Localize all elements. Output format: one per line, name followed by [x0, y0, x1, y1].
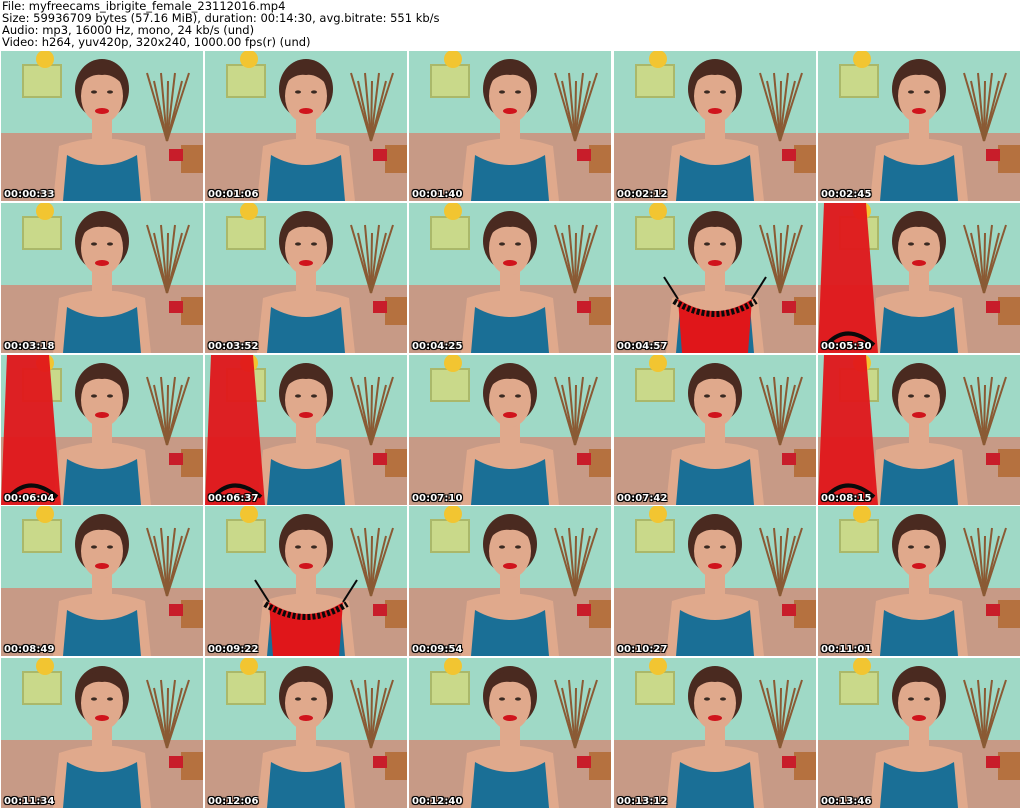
video-frame-thumbnail: 00:12:06: [205, 658, 407, 808]
video-frame-thumbnail: 00:01:40: [409, 51, 611, 201]
timestamp-label: 00:07:10: [412, 493, 463, 504]
frame-image: [409, 51, 611, 201]
frame-image: [614, 51, 816, 201]
video-frame-thumbnail: 00:07:10: [409, 355, 611, 505]
timestamp-label: 00:10:27: [617, 644, 668, 655]
timestamp-label: 00:06:37: [208, 493, 259, 504]
frame-image: [205, 658, 407, 808]
video-frame-thumbnail: 00:08:15: [818, 355, 1020, 505]
timestamp-label: 00:08:15: [821, 493, 872, 504]
timestamp-label: 00:05:30: [821, 341, 872, 352]
frame-image: [409, 355, 611, 505]
video-frame-thumbnail: 00:04:57: [614, 203, 816, 353]
frame-image: [614, 355, 816, 505]
video-frame-thumbnail: 00:07:42: [614, 355, 816, 505]
video-frame-thumbnail: 00:10:27: [614, 506, 816, 656]
timestamp-label: 00:07:42: [617, 493, 668, 504]
frame-image: [409, 203, 611, 353]
file-info-header: File: myfreecams_ibrigite_female_2311201…: [2, 0, 1022, 50]
frame-image: [1, 355, 203, 505]
frame-image: [205, 506, 407, 656]
video-frame-thumbnail: 00:13:46: [818, 658, 1020, 808]
video-frame-thumbnail: 00:11:01: [818, 506, 1020, 656]
video-frame-thumbnail: 00:02:12: [614, 51, 816, 201]
timestamp-label: 00:09:54: [412, 644, 463, 655]
frame-image: [818, 51, 1020, 201]
video-frame-thumbnail: 00:12:40: [409, 658, 611, 808]
video-frame-thumbnail: 00:02:45: [818, 51, 1020, 201]
video-frame-thumbnail: 00:08:49: [1, 506, 203, 656]
frame-image: [614, 506, 816, 656]
video-frame-thumbnail: 00:03:18: [1, 203, 203, 353]
timestamp-label: 00:06:04: [4, 493, 55, 504]
timestamp-label: 00:04:57: [617, 341, 668, 352]
frame-image: [1, 506, 203, 656]
timestamp-label: 00:13:46: [821, 796, 872, 807]
video-frame-thumbnail: 00:09:22: [205, 506, 407, 656]
video-frame-thumbnail: 00:06:37: [205, 355, 407, 505]
video-frame-thumbnail: 00:06:04: [1, 355, 203, 505]
frame-image: [1, 658, 203, 808]
timestamp-label: 00:03:18: [4, 341, 55, 352]
video-frame-thumbnail: 00:04:25: [409, 203, 611, 353]
frame-image: [205, 355, 407, 505]
thumbnail-grid: 00:00:33 00:01:06 00:01:40 00:02:12 00:02:45…: [1, 51, 1023, 810]
timestamp-label: 00:00:33: [4, 189, 55, 200]
frame-image: [818, 203, 1020, 353]
video-info-line: Video: h264, yuv420p, 320x240, 1000.00 f…: [2, 35, 311, 49]
timestamp-label: 00:09:22: [208, 644, 259, 655]
video-frame-thumbnail: 00:05:30: [818, 203, 1020, 353]
video-frame-thumbnail: 00:03:52: [205, 203, 407, 353]
frame-image: [205, 51, 407, 201]
timestamp-label: 00:12:06: [208, 796, 259, 807]
video-frame-thumbnail: 00:09:54: [409, 506, 611, 656]
frame-image: [614, 658, 816, 808]
timestamp-label: 00:02:12: [617, 189, 668, 200]
timestamp-label: 00:03:52: [208, 341, 259, 352]
video-frame-thumbnail: 00:11:34: [1, 658, 203, 808]
frame-image: [818, 658, 1020, 808]
frame-image: [818, 355, 1020, 505]
frame-image: [1, 203, 203, 353]
timestamp-label: 00:01:06: [208, 189, 259, 200]
frame-image: [1, 51, 203, 201]
video-frame-thumbnail: 00:13:12: [614, 658, 816, 808]
timestamp-label: 00:04:25: [412, 341, 463, 352]
timestamp-label: 00:08:49: [4, 644, 55, 655]
timestamp-label: 00:12:40: [412, 796, 463, 807]
timestamp-label: 00:13:12: [617, 796, 668, 807]
frame-image: [409, 506, 611, 656]
timestamp-label: 00:11:34: [4, 796, 55, 807]
frame-image: [614, 203, 816, 353]
frame-image: [409, 658, 611, 808]
frame-image: [818, 506, 1020, 656]
video-frame-thumbnail: 00:01:06: [205, 51, 407, 201]
timestamp-label: 00:02:45: [821, 189, 872, 200]
timestamp-label: 00:01:40: [412, 189, 463, 200]
video-frame-thumbnail: 00:00:33: [1, 51, 203, 201]
frame-image: [205, 203, 407, 353]
timestamp-label: 00:11:01: [821, 644, 872, 655]
